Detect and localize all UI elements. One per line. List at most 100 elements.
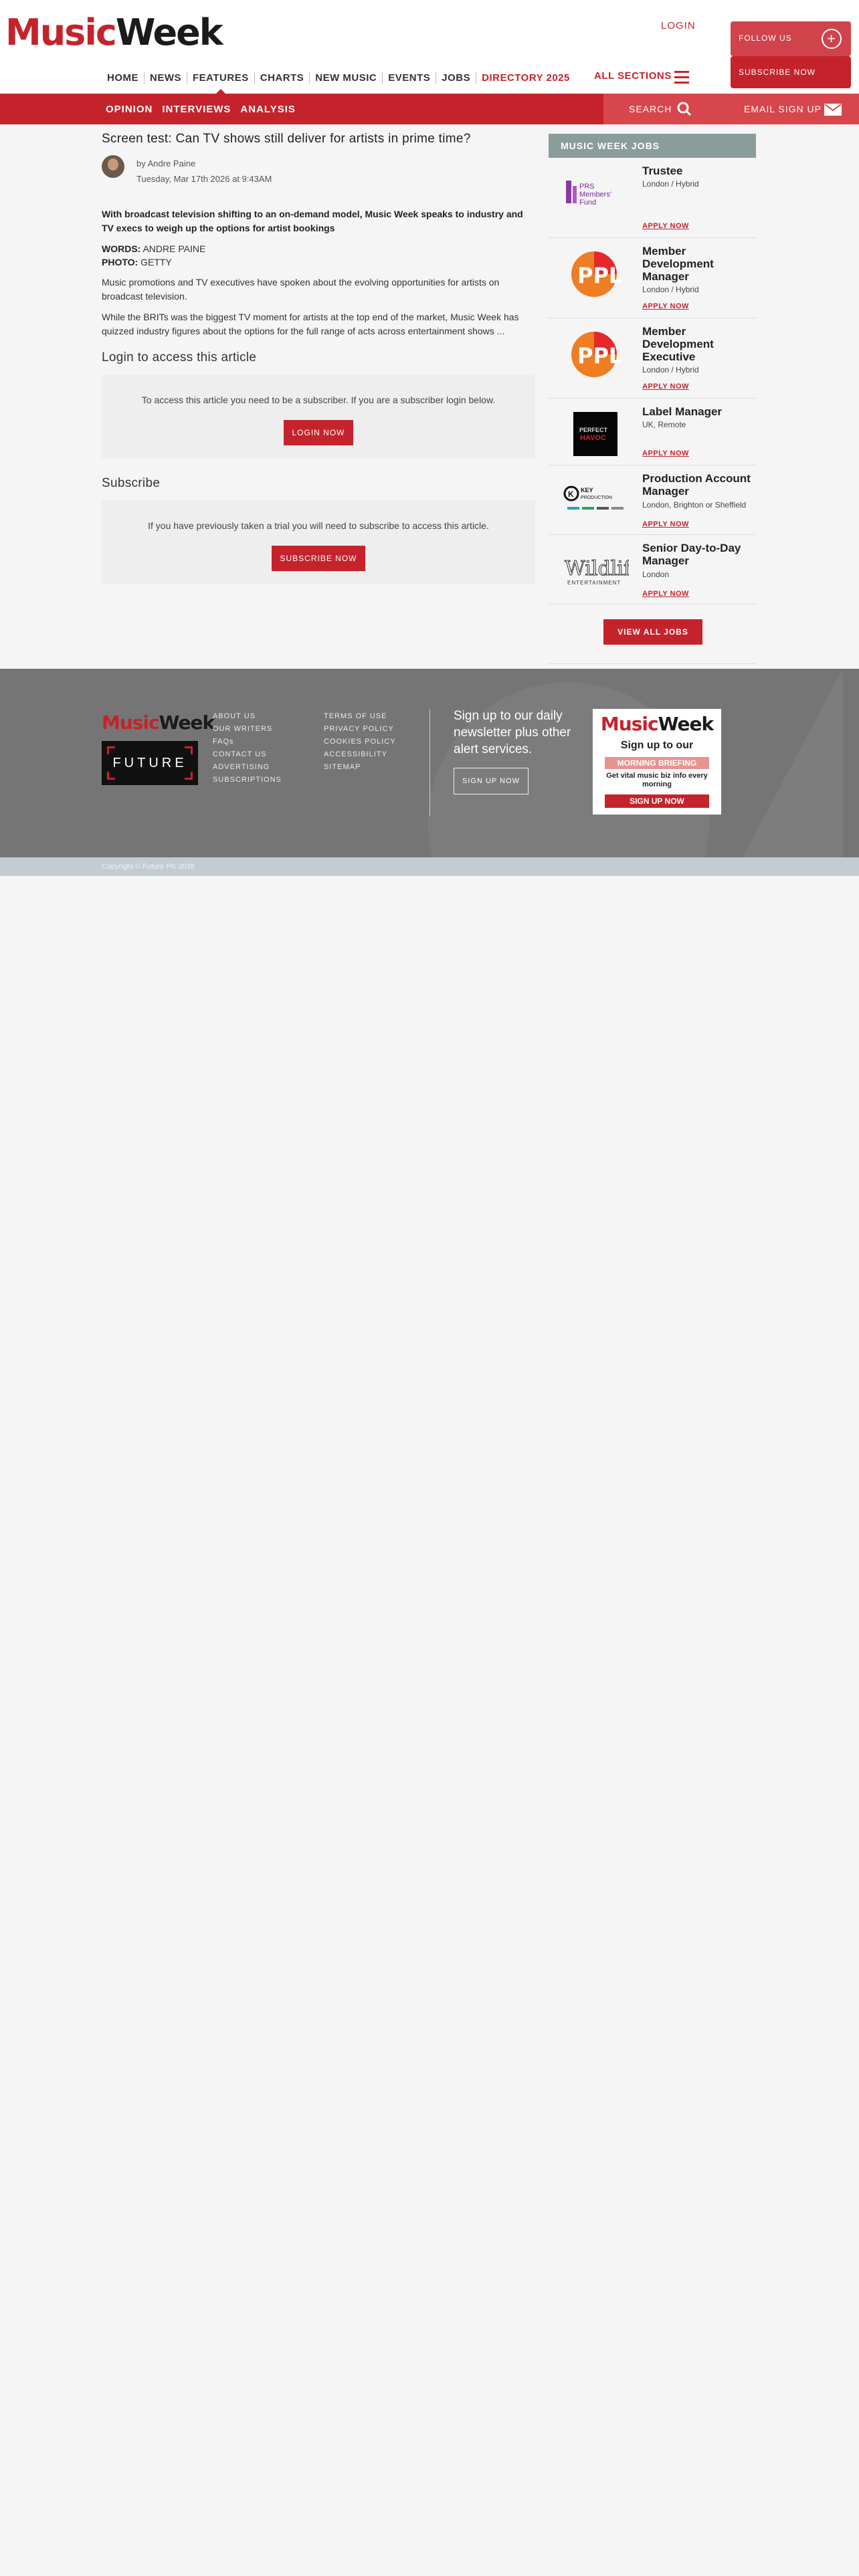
job-listing[interactable]: Wildlife ENTERTAINMENT Senior Day-to-Day… <box>549 535 756 605</box>
ppl-logo-text: PPL <box>577 343 622 368</box>
subnav-interviews[interactable]: INTERVIEWS <box>162 104 231 115</box>
promo-band: MORNING BRIEFING <box>605 757 709 769</box>
all-sections-link[interactable]: ALL SECTIONS <box>594 70 672 82</box>
footer-accessibility[interactable]: ACCESSIBILITY <box>324 748 396 761</box>
morning-briefing-promo[interactable]: MusicWeek Sign up to our MORNING BRIEFIN… <box>593 709 721 815</box>
footer-subscriptions[interactable]: SUBSCRIPTIONS <box>213 774 282 786</box>
perfect-havoc-logo: PERFECT HAVOC <box>573 412 617 456</box>
login-heading: Login to access this article <box>102 350 257 364</box>
words-value: ANDRE PAINE <box>142 243 206 254</box>
apply-now-link[interactable]: APPLY NOW <box>642 383 689 391</box>
promo-signup-text: Sign up to our <box>620 740 694 751</box>
subnav-analysis[interactable]: ANALYSIS <box>240 104 295 115</box>
subscribe-text: If you have previously taken a trial you… <box>148 520 489 531</box>
nav-charts[interactable]: CHARTS <box>254 72 310 84</box>
nav-news[interactable]: NEWS <box>144 72 187 84</box>
job-listing[interactable]: PRS Members' Fund Trustee London / Hybri… <box>549 158 756 238</box>
footer-cookies[interactable]: COOKIES POLICY <box>324 736 396 748</box>
subscribe-box: If you have previously taken a trial you… <box>102 500 535 584</box>
subscribe-now-article-button[interactable]: SUBSCRIBE NOW <box>272 546 365 571</box>
follow-us-button[interactable]: FOLLOW US + <box>731 21 851 56</box>
author-name[interactable]: by Andre Paine <box>136 158 195 169</box>
copyright-bar: Copyright © Future Plc 2026 <box>0 857 859 876</box>
prs-logo-text-3: Fund <box>579 199 596 207</box>
footer-music-week-logo[interactable]: MusicWeek <box>102 712 215 734</box>
promo-logo-part1: Music <box>600 713 659 735</box>
nav-features[interactable]: FEATURES <box>187 72 254 94</box>
subnav-opinion[interactable]: OPINION <box>106 104 153 115</box>
job-location: London / Hybrid <box>642 179 699 189</box>
jobs-sidebar: MUSIC WEEK JOBS PRS Members' Fund Truste… <box>549 134 756 665</box>
apply-now-link[interactable]: APPLY NOW <box>642 222 689 230</box>
perfect-havoc-text-1: PERFECT <box>579 427 608 433</box>
footer-advertising[interactable]: ADVERTISING <box>213 761 282 774</box>
future-logo[interactable]: FUTURE <box>102 741 198 785</box>
footer-terms[interactable]: TERMS OF USE <box>324 710 396 723</box>
footer-privacy[interactable]: PRIVACY POLICY <box>324 723 396 736</box>
words-label: WORDS: <box>102 243 141 254</box>
footer-links-col2: TERMS OF USE PRIVACY POLICY COOKIES POLI… <box>324 710 396 774</box>
nav-events[interactable]: EVENTS <box>382 72 436 84</box>
login-now-button[interactable]: LOGIN NOW <box>284 420 353 445</box>
nav-new-music[interactable]: NEW MUSIC <box>309 72 382 84</box>
apply-now-link[interactable]: APPLY NOW <box>642 449 689 457</box>
footer-logo-part2: Week <box>159 712 215 734</box>
prs-logo-text-2: Members' <box>579 191 611 199</box>
article-paragraph: While the BRITs was the biggest TV momen… <box>102 312 519 336</box>
footer-decor-triangle <box>743 669 843 857</box>
job-title[interactable]: Trustee <box>642 165 753 177</box>
footer-faqs[interactable]: FAQs <box>213 736 282 748</box>
photo-label: PHOTO: <box>102 257 138 267</box>
nav-home[interactable]: HOME <box>102 72 144 84</box>
job-listing[interactable]: K KEY PRODUCTION Production Account Mana… <box>549 465 756 535</box>
email-signup-label[interactable]: EMAIL SIGN UP <box>744 104 822 114</box>
wildlife-logo-subtext: ENTERTAINMENT <box>567 580 621 586</box>
job-location: London / Hybrid <box>642 365 699 374</box>
author-avatar <box>102 155 124 178</box>
job-location: UK, Remote <box>642 420 686 429</box>
apply-now-link[interactable]: APPLY NOW <box>642 302 689 310</box>
promo-signup-button[interactable]: SIGN UP NOW <box>605 794 709 808</box>
ppl-logo-text: PPL <box>577 263 622 288</box>
job-listing[interactable]: PPL Member Development Executive London … <box>549 318 756 399</box>
newsletter-signup-button[interactable]: SIGN UP NOW <box>454 768 529 794</box>
publish-date: Tuesday, Mar 17th 2026 at 9:43AM <box>136 174 272 184</box>
subscribe-now-button[interactable]: SUBSCRIBE NOW <box>731 56 851 88</box>
apply-now-link[interactable]: APPLY NOW <box>642 590 689 598</box>
main-nav: HOME NEWS FEATURES CHARTS NEW MUSIC EVEN… <box>102 72 575 94</box>
job-location: London <box>642 570 670 579</box>
footer-our-writers[interactable]: OUR WRITERS <box>213 723 282 736</box>
promo-logo-part2: Week <box>658 713 714 735</box>
sub-nav: OPINION INTERVIEWS ANALYSIS <box>106 104 305 115</box>
job-title[interactable]: Production Account Manager <box>642 472 753 498</box>
nav-jobs[interactable]: JOBS <box>436 72 476 84</box>
job-listing[interactable]: PERFECT HAVOC Label Manager UK, Remote A… <box>549 399 756 465</box>
words-credit: WORDS: ANDRE PAINE <box>102 242 535 255</box>
job-listing[interactable]: PPL Member Development Manager London / … <box>549 238 756 318</box>
photo-value: GETTY <box>140 257 172 267</box>
login-link[interactable]: LOGIN <box>661 20 696 31</box>
jobs-heading: MUSIC WEEK JOBS <box>549 134 756 158</box>
plus-icon: + <box>822 29 842 49</box>
follow-us-label: FOLLOW US <box>739 33 792 43</box>
job-title[interactable]: Member Development Manager <box>642 245 753 283</box>
music-week-logo[interactable]: MusicWeek <box>5 13 223 52</box>
footer-contact-us[interactable]: CONTACT US <box>213 748 282 761</box>
mail-icon[interactable] <box>824 104 842 116</box>
search-icon[interactable] <box>677 102 692 116</box>
apply-now-link[interactable]: APPLY NOW <box>642 520 689 528</box>
view-all-jobs-button[interactable]: VIEW ALL JOBS <box>603 619 702 645</box>
key-production-k: K <box>568 490 574 499</box>
promo-tagline: Get vital music biz info every morning <box>606 772 708 788</box>
search-label[interactable]: SEARCH <box>629 104 672 114</box>
job-title[interactable]: Label Manager <box>642 405 753 418</box>
footer-sitemap[interactable]: SITEMAP <box>324 761 396 774</box>
job-title[interactable]: Member Development Executive <box>642 325 753 363</box>
nav-directory[interactable]: DIRECTORY 2025 <box>476 72 575 84</box>
job-title[interactable]: Senior Day-to-Day Manager <box>642 542 753 567</box>
copyright-text: Copyright © Future Plc 2026 <box>102 863 195 871</box>
menu-icon[interactable] <box>674 71 689 87</box>
footer-links-col1: ABOUT US OUR WRITERS FAQs CONTACT US ADV… <box>213 710 282 786</box>
footer-about-us[interactable]: ABOUT US <box>213 710 282 723</box>
photo-credit: PHOTO: GETTY <box>102 255 535 269</box>
